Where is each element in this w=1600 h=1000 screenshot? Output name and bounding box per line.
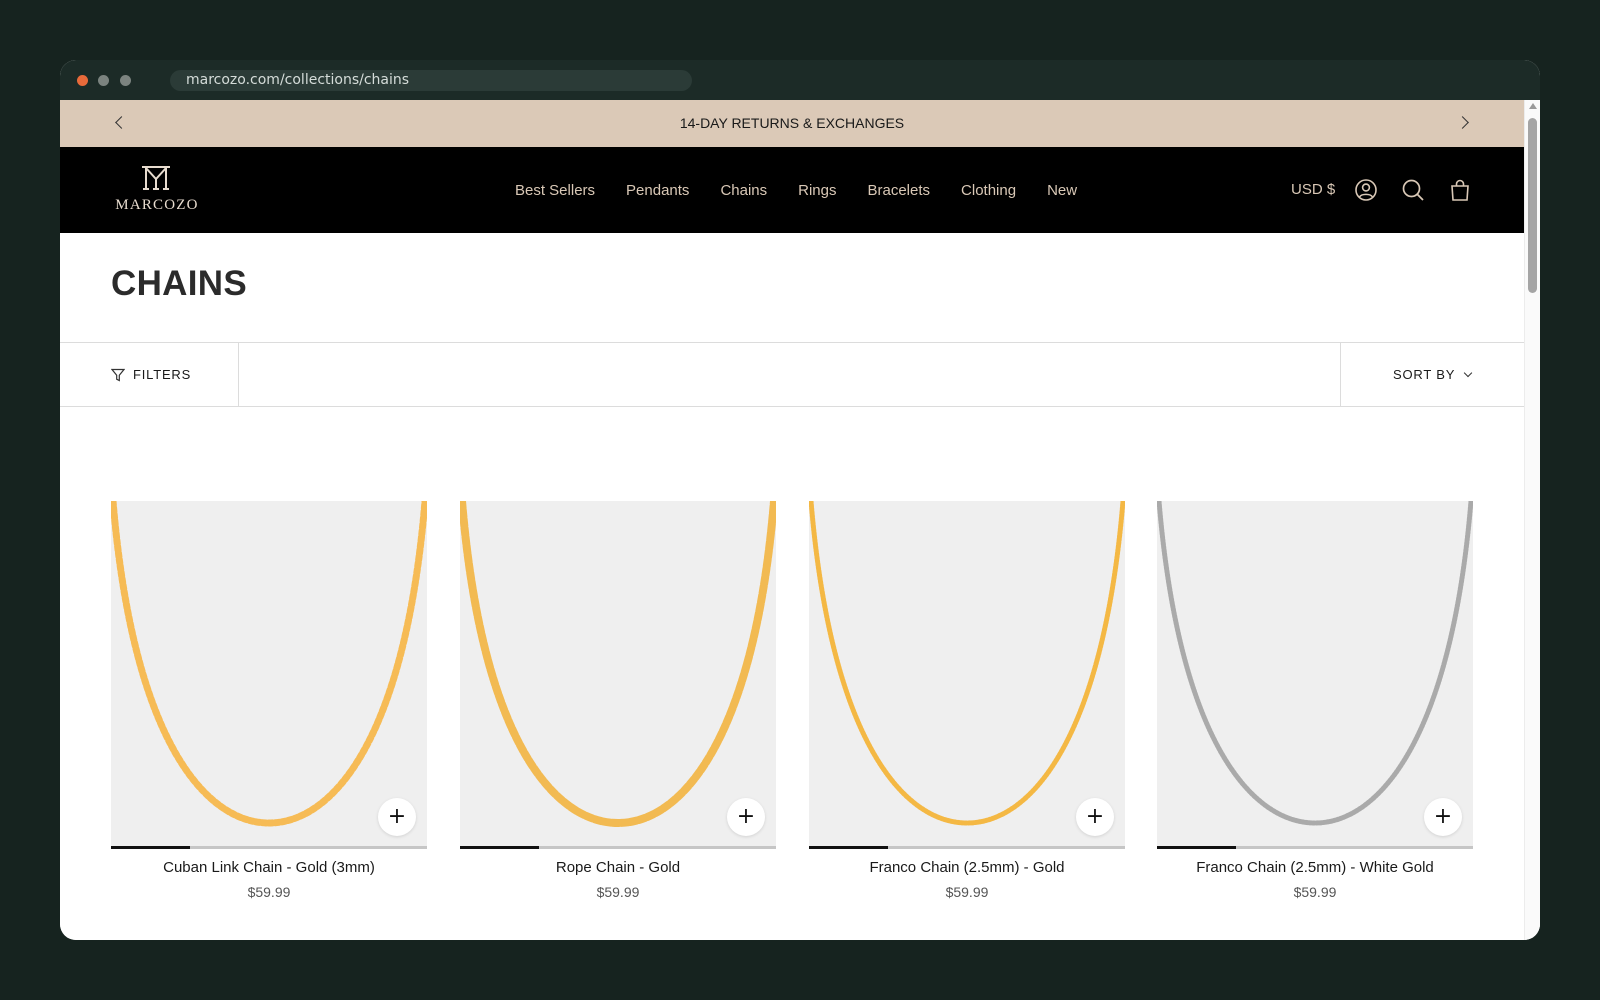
browser-titlebar: marcozo.com/collections/chains [60,60,1540,100]
gallery-progress-bar [111,846,427,849]
address-bar[interactable]: marcozo.com/collections/chains [170,70,692,91]
nav-rings[interactable]: Rings [798,182,836,199]
gallery-progress-fill [1157,846,1236,849]
filters-label: FILTERS [133,367,192,382]
sort-by-label: SORT BY [1393,367,1456,382]
product-image[interactable]: + [460,501,776,849]
chevron-down-icon [1463,368,1473,378]
product-image[interactable]: + [111,501,427,849]
announcement-text: 14-DAY RETURNS & EXCHANGES [679,115,905,131]
gallery-progress-fill [809,846,888,849]
gallery-progress-fill [460,846,539,849]
product-image[interactable]: + [1157,501,1473,849]
account-icon[interactable] [1354,178,1378,202]
gallery-progress-fill [111,846,190,849]
quick-add-button[interactable]: + [378,798,416,836]
product-name[interactable]: Cuban Link Chain - Gold (3mm) [111,859,427,876]
filters-button[interactable]: FILTERS [60,343,239,406]
nav-chains[interactable]: Chains [720,182,767,199]
page-viewport: 14-DAY RETURNS & EXCHANGES MARCOZO Best … [60,100,1540,940]
quick-add-button[interactable]: + [1076,798,1114,836]
chain-image-graphic [1157,501,1473,826]
chain-image-graphic [460,501,776,828]
sort-by-dropdown[interactable]: SORT BY [1340,343,1524,406]
nav-best-sellers[interactable]: Best Sellers [515,182,595,199]
page-scrollbar[interactable] [1524,100,1540,940]
product-name[interactable]: Franco Chain (2.5mm) - White Gold [1157,859,1473,876]
gallery-progress-bar [1157,846,1473,849]
close-window-button[interactable] [77,75,88,86]
chain-image-graphic [809,501,1125,826]
product-image[interactable]: + [809,501,1125,849]
nav-pendants[interactable]: Pendants [626,182,689,199]
search-icon[interactable] [1401,178,1425,202]
announcement-bar: 14-DAY RETURNS & EXCHANGES [60,100,1524,147]
currency-selector[interactable]: USD $ [1291,147,1335,233]
product-price: $59.99 [945,884,989,900]
browser-window: marcozo.com/collections/chains 14-DAY RE… [60,60,1540,940]
logo-m-icon [142,166,170,190]
chain-image-graphic [111,501,427,827]
gallery-progress-bar [809,846,1125,849]
minimize-window-button[interactable] [98,75,109,86]
product-name[interactable]: Rope Chain - Gold [460,859,776,876]
site-header: MARCOZO Best Sellers Pendants Chains Rin… [60,147,1524,233]
maximize-window-button[interactable] [120,75,131,86]
quick-add-button[interactable]: + [1424,798,1462,836]
gallery-progress-bar [460,846,776,849]
filter-funnel-icon [111,368,125,382]
product-price: $59.99 [596,884,640,900]
scroll-up-arrow-icon[interactable] [1529,103,1537,109]
collection-toolbar: FILTERS SORT BY [60,342,1524,407]
main-nav: Best Sellers Pendants Chains Rings Brace… [515,147,1077,233]
product-price: $59.99 [1293,884,1337,900]
nav-bracelets[interactable]: Bracelets [868,182,931,199]
quick-add-button[interactable]: + [727,798,765,836]
product-name[interactable]: Franco Chain (2.5mm) - Gold [809,859,1125,876]
nav-clothing[interactable]: Clothing [961,182,1016,199]
product-price: $59.99 [247,884,291,900]
logo-wordmark: MARCOZO [115,197,199,213]
site-logo[interactable]: MARCOZO [112,165,202,215]
page-title: CHAINS [111,264,247,303]
cart-bag-icon[interactable] [1448,178,1472,202]
scrollbar-thumb[interactable] [1528,118,1537,293]
nav-new[interactable]: New [1047,182,1077,199]
